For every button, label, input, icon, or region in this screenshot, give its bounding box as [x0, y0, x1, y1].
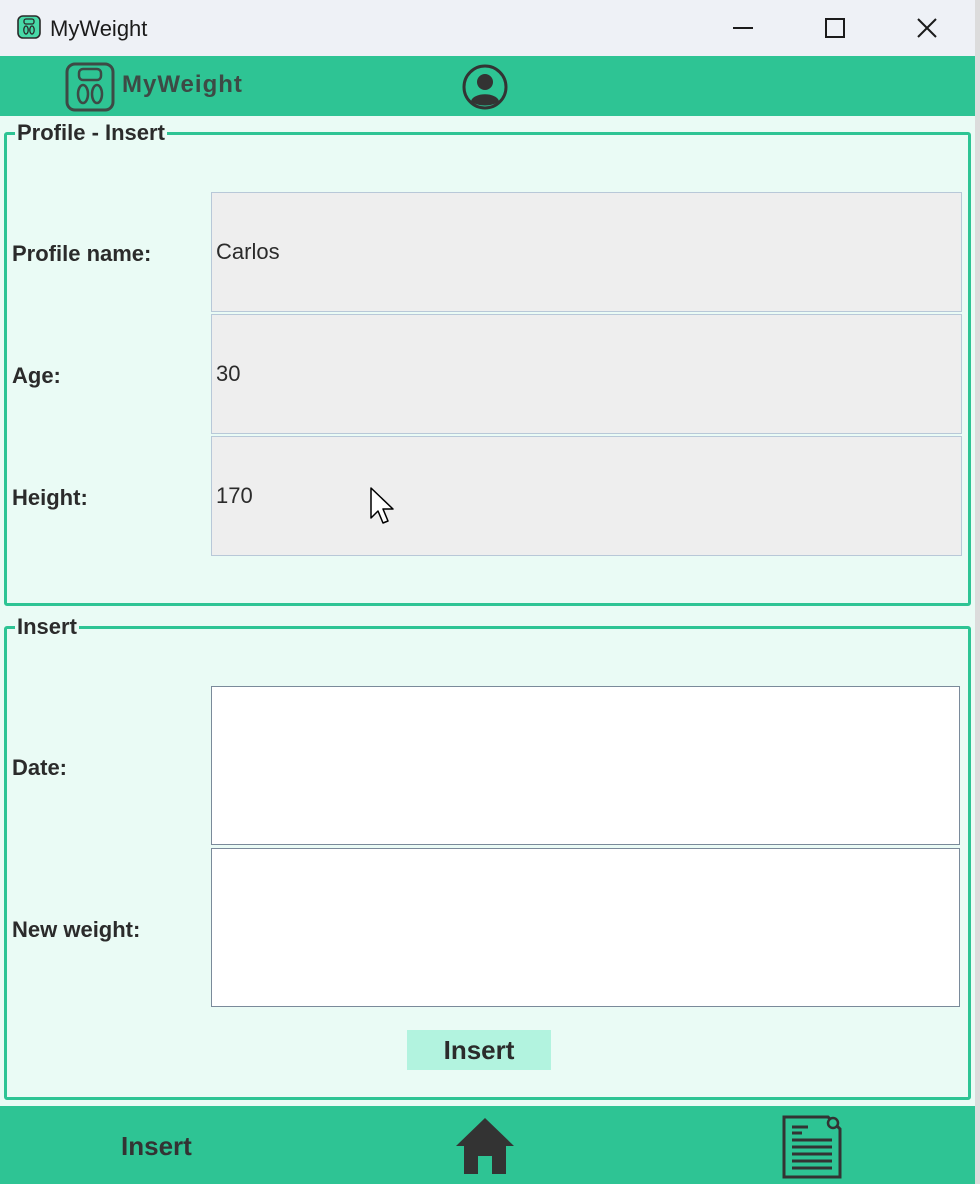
user-circle-icon[interactable]	[462, 64, 508, 110]
minimize-button[interactable]	[697, 0, 789, 56]
height-field[interactable]: 170	[211, 436, 962, 556]
age-value: 30	[216, 361, 241, 386]
document-icon[interactable]	[780, 1114, 844, 1180]
new-weight-label: New weight:	[12, 917, 141, 942]
mouse-cursor-icon	[370, 487, 394, 524]
maximize-icon	[825, 18, 845, 38]
insert-button[interactable]: Insert	[407, 1030, 551, 1070]
maximize-button[interactable]	[789, 0, 881, 56]
scale-icon	[65, 62, 115, 112]
height-label: Height:	[12, 485, 88, 510]
height-value: 170	[216, 483, 253, 508]
date-label: Date:	[12, 755, 68, 780]
close-icon	[917, 18, 937, 38]
bottom-nav-insert[interactable]: Insert	[121, 1131, 192, 1162]
profile-name-field[interactable]: Carlos	[211, 192, 962, 312]
new-weight-input[interactable]	[211, 848, 960, 1007]
window-title: MyWeight	[50, 16, 148, 41]
window-titlebar: MyWeight	[0, 0, 975, 56]
age-field[interactable]: 30	[211, 314, 962, 434]
profile-name-label: Profile name:	[12, 241, 152, 266]
insert-group-legend: Insert	[17, 614, 77, 639]
profile-name-value: Carlos	[216, 239, 280, 264]
close-button[interactable]	[881, 0, 973, 56]
age-label: Age:	[12, 363, 61, 388]
home-icon[interactable]	[454, 1116, 516, 1176]
profile-group-legend: Profile - Insert	[17, 120, 165, 145]
app-logo-text: MyWeight	[122, 71, 243, 98]
date-input[interactable]	[211, 686, 960, 845]
minimize-icon	[733, 27, 753, 29]
scale-icon	[17, 15, 41, 39]
window-edge	[975, 0, 980, 1184]
